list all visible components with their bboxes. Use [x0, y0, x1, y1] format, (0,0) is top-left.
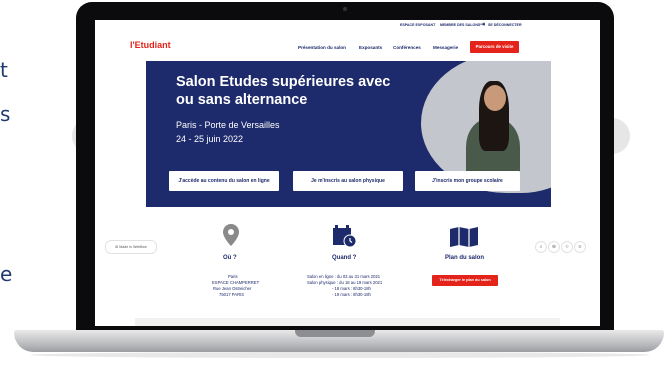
- calendar-clock-icon: [333, 225, 357, 248]
- menu-icon[interactable]: ≡: [574, 241, 586, 253]
- map-icon: [450, 227, 478, 247]
- location-pin-icon: [223, 224, 239, 246]
- laptop-shadow: [30, 352, 650, 358]
- online-content-button[interactable]: J'accède au contenu du salon en ligne: [169, 171, 279, 191]
- where-title: Où ?: [223, 255, 237, 261]
- where-line: Rue Jean Ostreicher: [213, 286, 252, 291]
- laptop-notch: [295, 330, 375, 337]
- download-plan-button[interactable]: Télécharger le plan du salon: [432, 275, 498, 286]
- top-utility-bar: ESPACE EXPOSANT MEMBRE DES SALONS ⇥ SE D…: [95, 20, 600, 33]
- nav-link-presentation[interactable]: Présentation du salon: [298, 45, 346, 50]
- when-line: - 18 mars : 8h30-18h: [332, 286, 371, 291]
- when-line: Salon en ligne : du 03 au 31 mars 2021: [307, 274, 381, 279]
- next-section-strip: [135, 318, 560, 326]
- school-group-button[interactable]: J'inscris mon groupe scolaire: [415, 171, 520, 191]
- brand-logo[interactable]: l'Etudiant: [130, 40, 171, 50]
- hero-title-line2: ou sans alternance: [176, 92, 308, 108]
- where-line: Paris: [228, 274, 238, 279]
- main-nav: [95, 33, 600, 61]
- laptop-screen: ESPACE EXPOSANT MEMBRE DES SALONS ⇥ SE D…: [95, 20, 600, 326]
- side-text-2: s: [0, 102, 11, 126]
- topbar-membre-link[interactable]: MEMBRE DES SALONS: [440, 23, 480, 27]
- when-title: Quand ?: [332, 255, 357, 261]
- physical-registration-button[interactable]: Je m'inscris au salon physique: [293, 171, 403, 191]
- parcours-visite-button[interactable]: Parcours de visite: [470, 41, 519, 53]
- when-line: Salon physique : du 18 au 19 mars 2021: [307, 280, 383, 285]
- student-photo-face: [484, 85, 506, 111]
- zoom-icon[interactable]: ⊕: [548, 241, 560, 253]
- topbar-exposant-link[interactable]: ESPACE EXPOSANT: [400, 23, 435, 27]
- search-icon[interactable]: ⌕: [535, 241, 547, 253]
- nav-link-exposants[interactable]: Exposants: [359, 45, 382, 50]
- plan-title: Plan du salon: [445, 255, 485, 261]
- nav-link-conferences[interactable]: Conférences: [393, 45, 421, 50]
- where-line: 75017 PARIS: [219, 292, 245, 297]
- side-text-1: t: [0, 58, 8, 82]
- where-line: ESPACE CHAMPERRET: [212, 280, 260, 285]
- made-in-webflow-badge[interactable]: ⊞ Made in Webflow: [105, 240, 157, 254]
- hero-dates: 24 - 25 juin 2022: [176, 134, 244, 144]
- side-text-3: e: [0, 262, 13, 286]
- topbar-logout-link[interactable]: SE DÉCONNECTER: [488, 23, 522, 27]
- hero-location: Paris - Porte de Versailles: [176, 120, 280, 130]
- when-line: - 19 mars : 8h30-18h: [332, 292, 371, 297]
- made-in-webflow-label: Made in Webflow: [119, 245, 147, 249]
- logout-icon[interactable]: ⇥: [480, 21, 485, 28]
- nav-link-messagerie[interactable]: Messagerie: [433, 45, 458, 50]
- code-icon[interactable]: ‹›: [561, 241, 573, 253]
- hero-title-line1: Salon Etudes supérieures avec: [176, 74, 391, 90]
